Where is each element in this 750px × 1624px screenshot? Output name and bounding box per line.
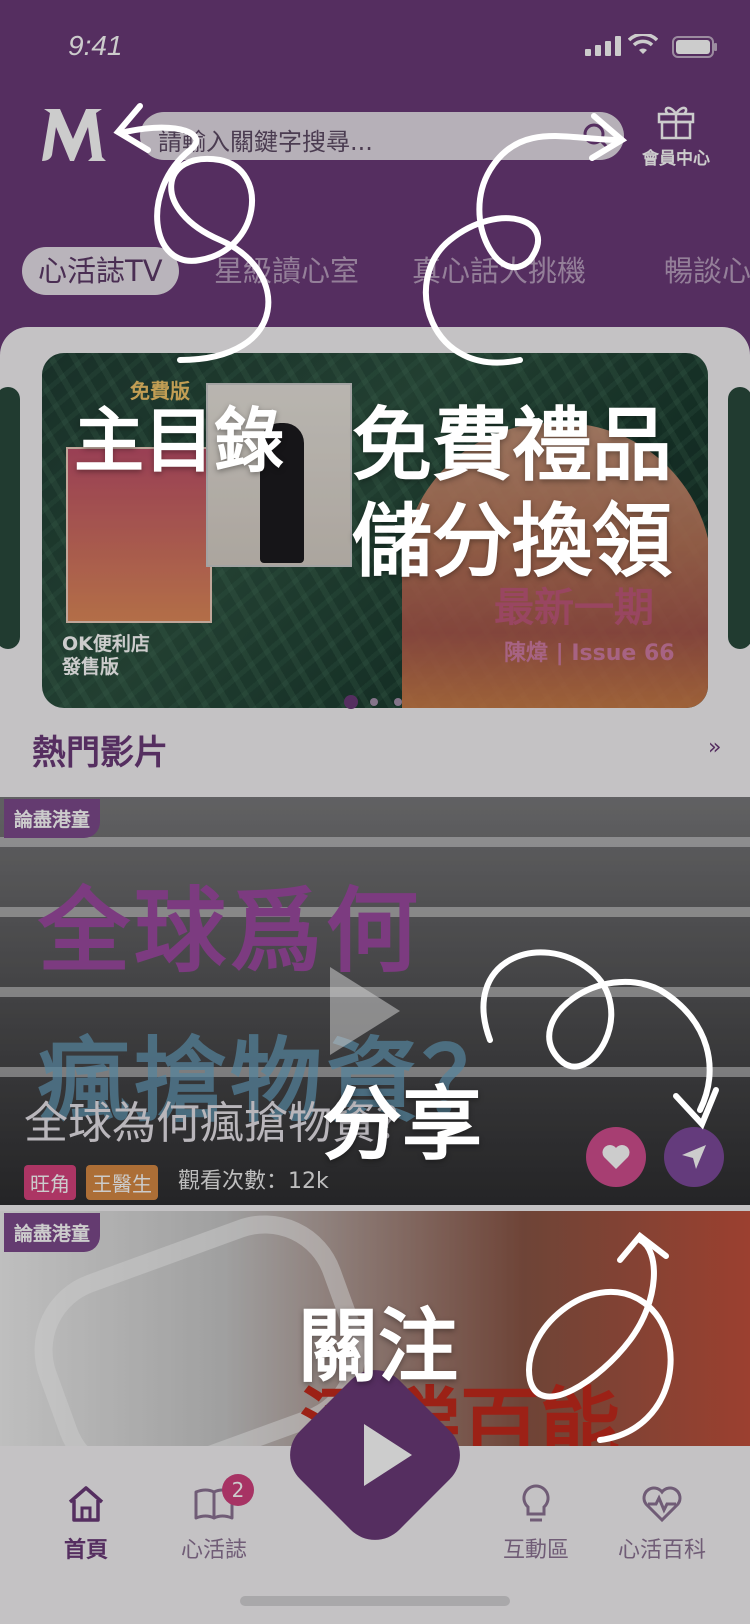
annotation-main-menu: 主目錄 <box>74 400 284 482</box>
annotation-share: 分享 <box>322 1078 482 1171</box>
annotation-gift-line2: 儲分換領 <box>352 495 672 588</box>
annotation-follow: 關注 <box>298 1300 458 1393</box>
annotation-gift-line1: 免費禮品 <box>352 399 672 492</box>
annotation-free-gift: 免費禮品 儲分換領 <box>352 398 672 590</box>
